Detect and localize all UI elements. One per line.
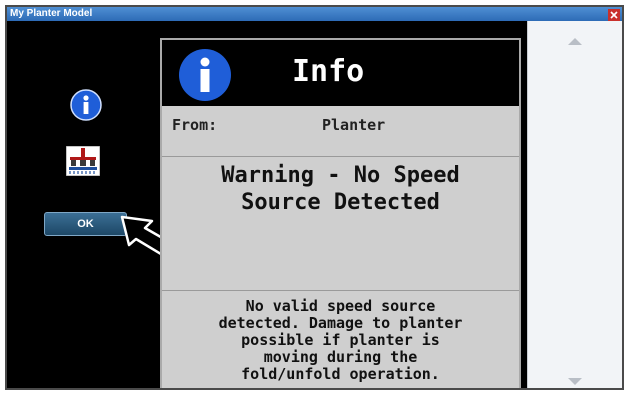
close-icon[interactable] bbox=[608, 8, 620, 21]
dialog-title: Info bbox=[292, 54, 365, 89]
divider bbox=[162, 290, 519, 291]
left-panel: OK bbox=[7, 21, 157, 388]
from-label: From: bbox=[172, 116, 218, 134]
info-icon[interactable] bbox=[70, 89, 102, 121]
from-value: Planter bbox=[322, 116, 386, 134]
message-line: detected. Damage to planter bbox=[218, 314, 463, 332]
warning-heading: Warning - No Speed Source Detected bbox=[162, 162, 519, 216]
title-bar: My Planter Model bbox=[7, 7, 622, 21]
warning-message: No valid speed source detected. Damage t… bbox=[162, 298, 519, 383]
message-line: fold/unfold operation. bbox=[241, 365, 440, 383]
info-dialog: Info From: Planter Warning - No Speed So… bbox=[160, 38, 521, 388]
message-line: moving during the bbox=[263, 348, 418, 366]
scroll-up-icon[interactable] bbox=[566, 33, 584, 45]
from-row: From: Planter bbox=[162, 106, 519, 157]
right-panel bbox=[527, 21, 622, 388]
window-title: My Planter Model bbox=[10, 8, 93, 19]
info-icon bbox=[178, 48, 232, 102]
warning-line: Source Detected bbox=[241, 190, 440, 215]
message-line: No valid speed source bbox=[245, 297, 436, 315]
planter-icon[interactable] bbox=[65, 145, 101, 177]
warning-line: Warning - No Speed bbox=[221, 163, 460, 188]
app-window: My Planter Model OK Info From: Planter W… bbox=[5, 5, 624, 390]
dialog-header: Info bbox=[162, 40, 519, 106]
scroll-down-icon[interactable] bbox=[566, 374, 584, 385]
message-line: possible if planter is bbox=[241, 331, 440, 349]
